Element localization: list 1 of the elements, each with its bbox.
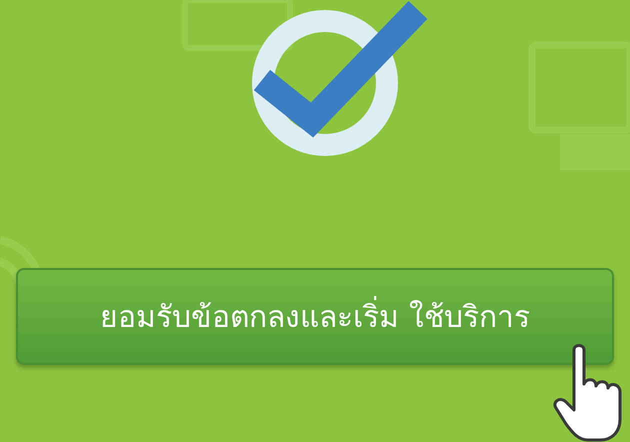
accept-button[interactable]: ยอมรับข้อตกลงและเริ่ม ใช้บริการ bbox=[16, 268, 614, 365]
